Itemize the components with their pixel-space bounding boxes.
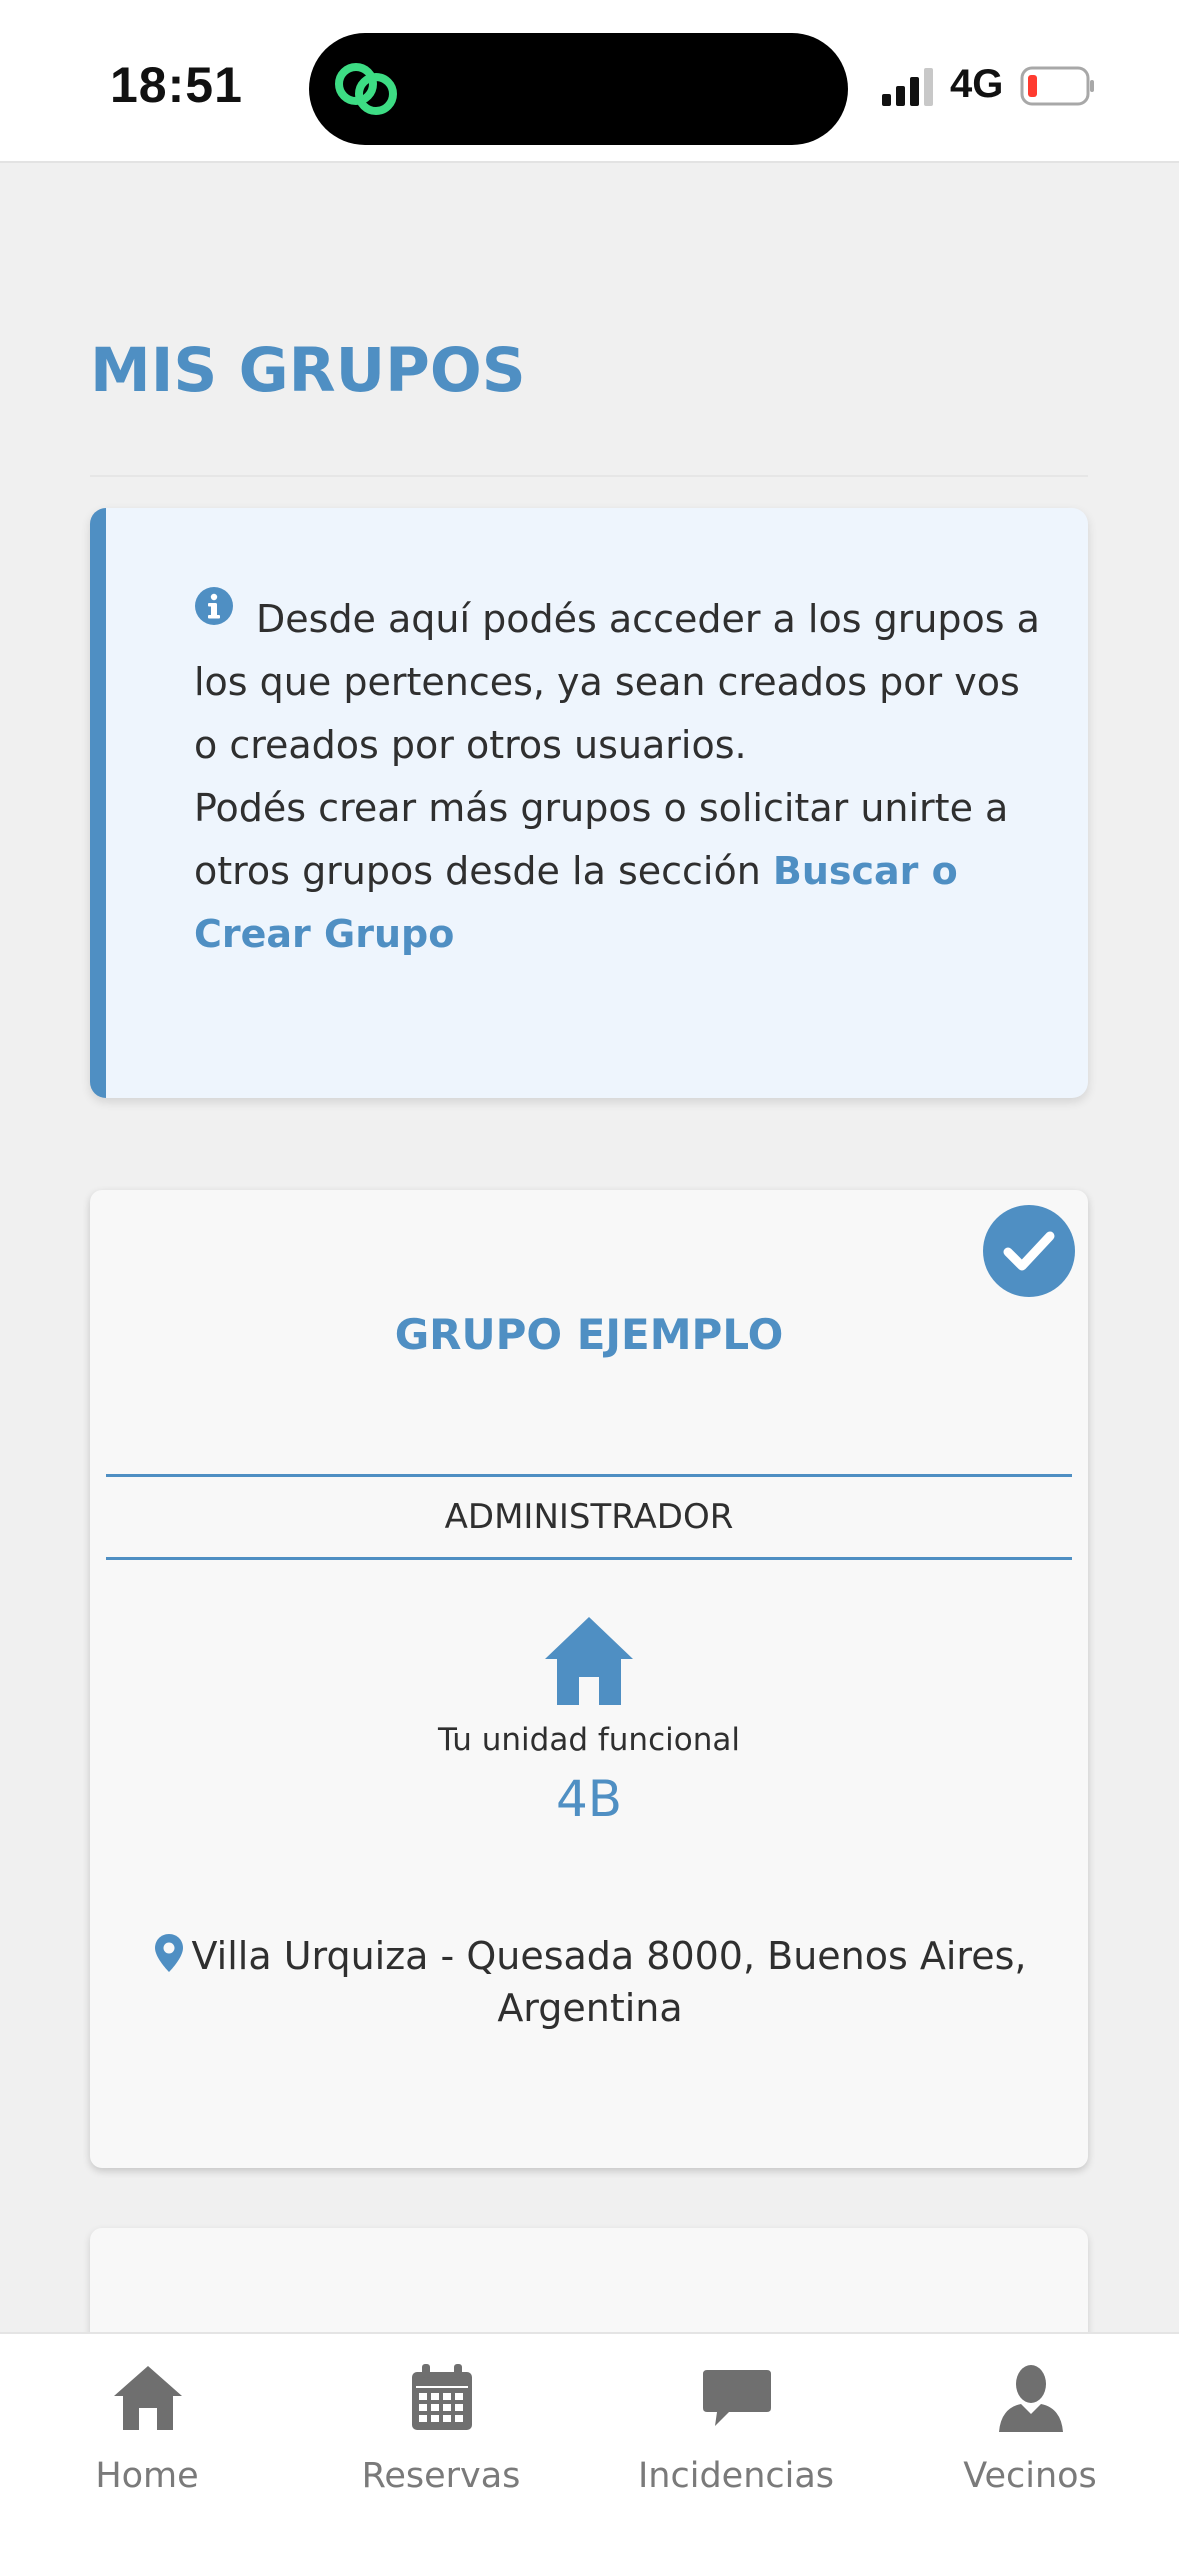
info-paragraph-1: Desde aquí podés acceder a los grupos a …: [194, 597, 1040, 767]
info-box: Desde aquí podés acceder a los grupos a …: [90, 508, 1088, 1098]
map-pin-icon: [154, 1934, 183, 1972]
tab-vecinos-label: Vecinos: [963, 2456, 1097, 2496]
title-divider: [90, 475, 1088, 477]
tab-bar: Home Reservas Incidencias Vecinos: [0, 2332, 1179, 2556]
signal-icon: [882, 68, 933, 106]
user-icon: [999, 2365, 1063, 2432]
app-screen: 18:51 4G MIS GRUPOS Desde aquí podés acc…: [0, 0, 1179, 2556]
tab-incidencias-label: Incidencias: [637, 2456, 835, 2496]
chat-icon: [703, 2370, 771, 2426]
location-text: Villa Urquiza - Quesada 8000, Buenos Air…: [191, 1934, 1027, 2030]
battery-icon: [1020, 66, 1094, 106]
group-role: ADMINISTRADOR: [444, 1497, 734, 1537]
unit-value: 4B: [555, 1770, 623, 1828]
tab-reservas-label: Reservas: [361, 2456, 521, 2496]
home-icon: [545, 1617, 633, 1705]
unit-label: Tu unidad funcional: [438, 1722, 740, 1758]
info-text: Desde aquí podés acceder a los grupos a …: [194, 588, 1054, 966]
group-location: Villa Urquiza - Quesada 8000, Buenos Air…: [150, 1930, 1030, 2034]
tab-reservas[interactable]: Reservas: [294, 2334, 588, 2556]
home-icon: [114, 2366, 182, 2430]
link-icon: [335, 63, 397, 115]
network-type: 4G: [950, 62, 1004, 106]
group-name: GRUPO EJEMPLO: [394, 1310, 784, 1359]
tab-home-label: Home: [95, 2456, 199, 2496]
status-time: 18:51: [110, 57, 243, 113]
role-band: ADMINISTRADOR: [106, 1474, 1072, 1560]
group-card[interactable]: GRUPO EJEMPLO ADMINISTRADOR Tu unidad fu…: [90, 1190, 1088, 2168]
check-icon: [1003, 1231, 1055, 1271]
selected-badge: [983, 1205, 1075, 1297]
page-title: MIS GRUPOS: [90, 335, 526, 406]
tab-incidencias[interactable]: Incidencias: [589, 2334, 883, 2556]
calendar-icon: [412, 2364, 472, 2430]
status-bar: 18:51 4G: [0, 0, 1179, 163]
dynamic-island: [309, 33, 848, 145]
tab-home[interactable]: Home: [0, 2334, 294, 2556]
tab-vecinos[interactable]: Vecinos: [883, 2334, 1177, 2556]
